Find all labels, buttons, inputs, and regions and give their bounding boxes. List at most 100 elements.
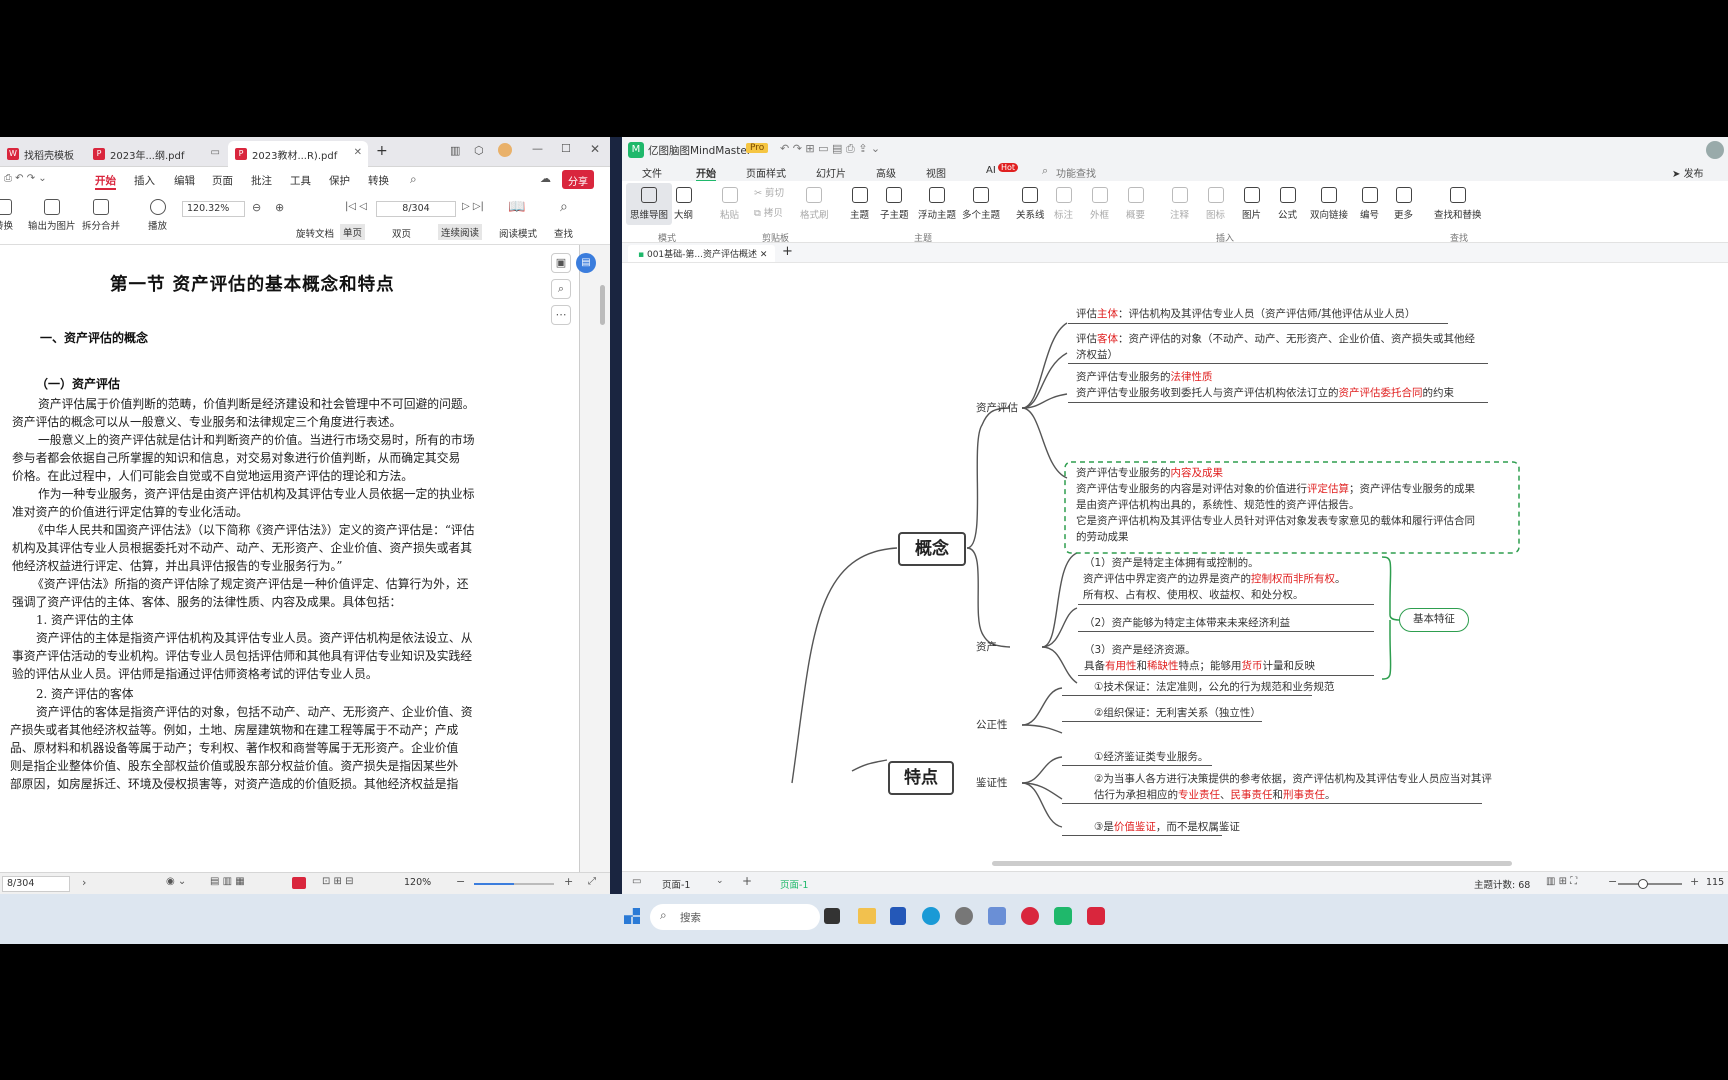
paste-button[interactable]: 粘贴	[720, 187, 739, 221]
menu-insert[interactable]: 插入	[134, 173, 155, 188]
topic-verify-reference[interactable]: ②为当事人各方进行决策提供的参考依据，资产评估机构及其评估专业人员应当对其评 估行…	[1094, 771, 1492, 803]
close-icon[interactable]: ✕	[760, 250, 768, 260]
taskbar-search[interactable]: ⌕ 搜索	[650, 904, 820, 930]
topic-fair-technical[interactable]: ①技术保证：法定准则，公允的行为规范和业务规范	[1094, 679, 1334, 695]
summary-button[interactable]: 概要	[1126, 187, 1145, 221]
zoom-slider[interactable]	[474, 883, 554, 885]
convert-button[interactable]: 转换	[0, 199, 13, 232]
close-window-icon[interactable]: ✕	[590, 142, 600, 156]
copy-button[interactable]: ⧉ 拷贝	[754, 205, 783, 219]
tab-templates[interactable]: W 找稻壳模板	[0, 141, 82, 167]
tab-pdf-outline[interactable]: P 2023年...纲.pdf ▭	[86, 141, 226, 167]
doc-tab[interactable]: ▪ 001基础-第...资产评估概述 ✕	[628, 245, 776, 262]
file-explorer-icon[interactable]	[858, 908, 876, 924]
menu-convert[interactable]: 转换	[368, 173, 389, 188]
play-icon[interactable]	[292, 877, 306, 889]
menu-view[interactable]: 视图	[926, 165, 946, 180]
photos-icon[interactable]	[988, 907, 1006, 925]
topic-verify-service[interactable]: ①经济鉴证类专业服务。	[1094, 749, 1208, 765]
read-mode-button[interactable]: 阅读模式	[499, 226, 537, 240]
summary-basic-features[interactable]: 基本特征	[1399, 608, 1469, 632]
menu-page[interactable]: 页面	[212, 173, 233, 188]
single-page-button[interactable]: 单页	[340, 224, 366, 240]
floating-topic-button[interactable]: 浮动主题	[918, 187, 956, 221]
topic-content-results[interactable]: 资产评估专业服务的内容及成果 资产评估专业服务的内容是对评估对象的价值进行评定估算…	[1076, 465, 1475, 545]
topic-asset-resource[interactable]: （3）资产是经济资源。 具备有用性和稀缺性特点；能够用货币计量和反映	[1084, 642, 1315, 674]
zoom-out-icon[interactable]: −	[456, 875, 465, 888]
sidebar-toggle-icon[interactable]: ▭	[632, 876, 641, 887]
note-button[interactable]: 注释	[1170, 187, 1189, 221]
zoom-in-icon[interactable]: +	[1690, 875, 1699, 888]
next-page-icon[interactable]: ›	[82, 876, 86, 889]
zoom-slider[interactable]	[1618, 879, 1682, 889]
callout-button[interactable]: 标注	[1054, 187, 1073, 221]
menu-start[interactable]: 开始	[696, 165, 716, 182]
find-icon[interactable]: ⌕	[560, 199, 568, 215]
share-button[interactable]: 分享	[562, 170, 594, 189]
cloud-icon[interactable]: ☁	[540, 172, 551, 185]
image-tool-icon[interactable]: ▣	[551, 253, 571, 273]
fullscreen-icon[interactable]: ⤢	[588, 876, 596, 887]
branch-fairness[interactable]: 公正性	[976, 717, 1008, 733]
topic-concept[interactable]: 概念	[898, 532, 966, 566]
continuous-button[interactable]: 连续阅读	[438, 224, 483, 240]
format-brush-button[interactable]: 格式刷	[800, 187, 829, 221]
quick-access-icons[interactable]: ↶ ↷ ⊞ ▭ ▤ ⎙ ⇪ ⌄	[780, 142, 880, 156]
relation-button[interactable]: 关系线	[1016, 187, 1045, 221]
store-icon[interactable]	[890, 907, 906, 925]
bilink-button[interactable]: 双向链接	[1310, 187, 1348, 221]
menu-page-style[interactable]: 页面样式	[746, 165, 786, 180]
status-zoom[interactable]: 120%	[404, 877, 431, 888]
topic-asset-benefit[interactable]: （2）资产能够为特定主体带来未来经济利益	[1084, 615, 1290, 631]
assistant-icon[interactable]: ▤	[576, 253, 596, 273]
mindmap-mode-button[interactable]: 思维导图	[626, 183, 673, 225]
find-button[interactable]: 查找	[554, 226, 573, 240]
first-page-icon[interactable]: |◁ ◁	[345, 201, 367, 212]
print-icon[interactable]: ⎙ ↶ ↷ ⌄	[4, 173, 47, 184]
more-icon[interactable]: ⋯	[551, 305, 571, 325]
menu-slides[interactable]: 幻灯片	[816, 165, 846, 180]
topic-legal-nature[interactable]: 资产评估专业服务的法律性质 资产评估专业服务收到委托人与资产评估机构依法订立的资产…	[1076, 369, 1454, 401]
page-tab[interactable]: 页面-1	[780, 877, 808, 891]
tab-pdf-textbook[interactable]: P 2023教材...R).pdf ✕	[228, 141, 368, 167]
topic-verify-value[interactable]: ③是价值鉴证，而不是权属鉴证	[1094, 819, 1240, 835]
menu-ai[interactable]: AI	[986, 165, 996, 176]
page-input[interactable]: 8/304	[376, 201, 456, 217]
topic-features[interactable]: 特点	[888, 761, 954, 795]
feature-search[interactable]: 功能查找	[1056, 165, 1096, 180]
add-page-icon[interactable]: +	[742, 874, 752, 888]
search-icon[interactable]: ⌕	[551, 279, 571, 299]
windows-start-icon[interactable]	[624, 908, 640, 924]
wps-taskbar-icon[interactable]	[1087, 907, 1105, 925]
scrollbar[interactable]	[600, 285, 605, 325]
play-button[interactable]: 播放	[148, 199, 167, 232]
branch-asset[interactable]: 资产	[976, 639, 997, 655]
netease-music-icon[interactable]	[1021, 907, 1039, 925]
boundary-button[interactable]: 外框	[1090, 187, 1109, 221]
fit-icons[interactable]: ⊡ ⊞ ⊟	[322, 876, 354, 887]
mindmap-canvas[interactable]: 概念 特点 资产评估 资产 公正性 鉴证性 基本特征 评估主体：评估机构及其评估…	[622, 263, 1728, 871]
double-page-button[interactable]: 双页	[392, 226, 411, 240]
chevron-down-icon[interactable]: ⌄	[716, 876, 724, 886]
search-icon[interactable]: ⌕	[410, 172, 417, 187]
next-page-icon[interactable]: ▷ ▷|	[462, 201, 484, 212]
avatar[interactable]	[1706, 141, 1724, 159]
edge-icon[interactable]	[922, 907, 940, 925]
task-view-icon[interactable]	[824, 908, 840, 924]
numbering-button[interactable]: 编号	[1360, 187, 1379, 221]
zoom-out-icon[interactable]: −	[1608, 875, 1617, 888]
cube-icon[interactable]: ⬡	[474, 144, 484, 157]
book-icon[interactable]: 📖	[508, 199, 525, 215]
layout-icon[interactable]: ▥	[450, 144, 460, 157]
topic-asset-control[interactable]: （1）资产是特定主体拥有或控制的。	[1084, 555, 1259, 571]
view-icons[interactable]: ▤ ▥ ▦	[210, 876, 245, 887]
topic-fair-organizational[interactable]: ②组织保证：无利害关系（独立性）	[1094, 705, 1261, 721]
new-tab-icon[interactable]: +	[376, 143, 388, 159]
image-button[interactable]: 图片	[1242, 187, 1261, 221]
topic-object[interactable]: 评估客体：资产评估的对象（不动产、动产、无形资产、企业价值、资产损失或其他经 济权…	[1076, 331, 1475, 363]
menu-comment[interactable]: 批注	[251, 173, 272, 188]
mindmaster-taskbar-icon[interactable]	[1054, 907, 1072, 925]
zoom-in-icon[interactable]: +	[564, 875, 573, 888]
horizontal-scrollbar[interactable]	[992, 861, 1512, 866]
output-image-button[interactable]: 输出为图片	[28, 199, 76, 232]
